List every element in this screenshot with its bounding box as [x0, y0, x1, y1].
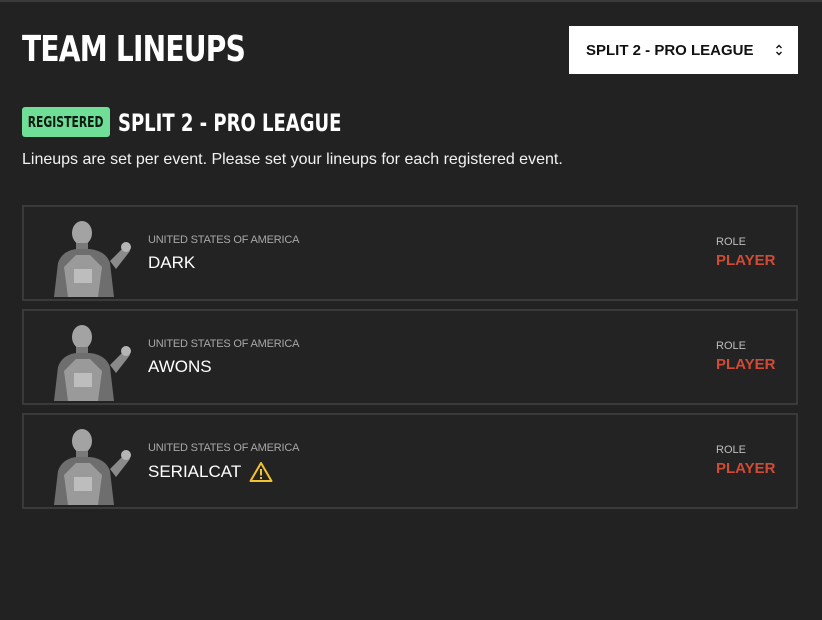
player-name-text: AWONS [148, 357, 212, 376]
player-card[interactable]: UNITED STATES OF AMERICA SERIALCAT ROLE … [22, 413, 798, 509]
player-name-text: SERIALCAT [148, 462, 242, 481]
role-value[interactable]: PLAYER [716, 252, 775, 269]
status-badge-label: REGISTERED [28, 113, 104, 131]
role-value[interactable]: PLAYER [716, 356, 775, 373]
event-select-value: SPLIT 2 - PRO LEAGUE [586, 41, 754, 59]
page-title: TEAM LINEUPS [22, 29, 246, 70]
lineup-list: UNITED STATES OF AMERICA DARK ROLE PLAYE… [22, 205, 798, 517]
page: TEAM LINEUPS SPLIT 2 - PRO LEAGUE REGIST… [0, 0, 822, 620]
role-label: ROLE [716, 340, 746, 352]
role-label: ROLE [716, 236, 746, 248]
chevron-up-down-icon [776, 44, 782, 56]
player-card[interactable]: UNITED STATES OF AMERICA AWONS ROLE PLAY… [22, 309, 798, 405]
player-name: DARK [148, 253, 195, 273]
event-description: Lineups are set per event. Please set yo… [22, 151, 563, 168]
player-avatar [54, 429, 131, 505]
warning-icon[interactable] [249, 461, 273, 483]
status-badge: REGISTERED [22, 107, 110, 137]
player-card[interactable]: UNITED STATES OF AMERICA DARK ROLE PLAYE… [22, 205, 798, 301]
player-country: UNITED STATES OF AMERICA [148, 442, 300, 454]
top-divider [0, 0, 822, 2]
player-country: UNITED STATES OF AMERICA [148, 234, 300, 246]
player-name: AWONS [148, 357, 212, 377]
player-avatar [54, 325, 131, 401]
role-label: ROLE [716, 444, 746, 456]
player-country: UNITED STATES OF AMERICA [148, 338, 300, 350]
player-name: SERIALCAT [148, 461, 273, 483]
event-name: SPLIT 2 - PRO LEAGUE [118, 109, 342, 137]
role-value[interactable]: PLAYER [716, 460, 775, 477]
event-select-dropdown[interactable]: SPLIT 2 - PRO LEAGUE [569, 26, 798, 74]
player-avatar [54, 221, 131, 297]
player-name-text: DARK [148, 253, 196, 272]
